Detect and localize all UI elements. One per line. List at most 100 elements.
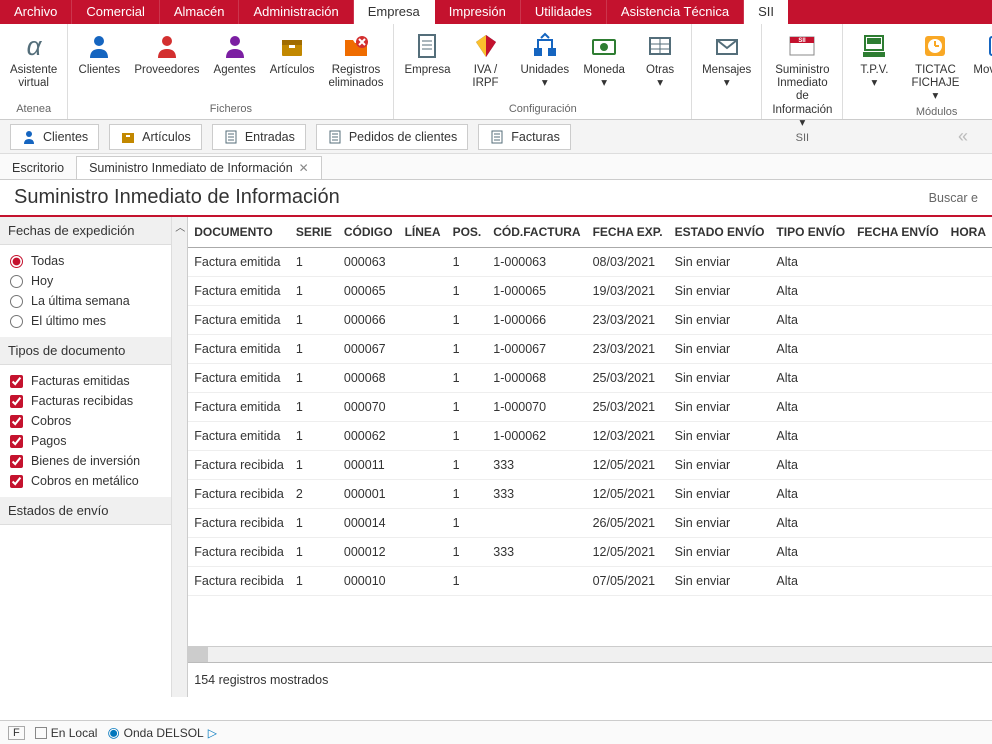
table-cell: 26/05/2021 — [587, 509, 669, 538]
table-row[interactable]: Factura emitida100006611-00006623/03/202… — [188, 306, 992, 335]
col-header[interactable]: ESTADO ENVÍO — [669, 217, 771, 248]
filter-section-tipos[interactable]: Tipos de documento — [0, 337, 188, 365]
col-header[interactable]: SERIE — [290, 217, 338, 248]
check-tipo-2[interactable]: Cobros — [10, 411, 184, 431]
menu-item-empresa[interactable]: Empresa — [354, 0, 435, 24]
ribbon-button-empresa[interactable]: Empresa — [400, 28, 454, 79]
table-cell: Sin enviar — [669, 509, 771, 538]
col-header[interactable]: LÍNEA — [399, 217, 447, 248]
col-header[interactable]: TIPO ENVÍO — [770, 217, 851, 248]
col-header[interactable]: HORA — [945, 217, 992, 248]
status-brand[interactable]: ◉ Onda DELSOL ▷ — [107, 724, 217, 741]
close-icon[interactable]: ✕ — [299, 161, 309, 175]
workspace-tab[interactable]: Suministro Inmediato de Información✕ — [76, 156, 322, 179]
table-cell: 000011 — [338, 451, 399, 480]
menu-item-comercial[interactable]: Comercial — [72, 0, 160, 24]
ribbon-button-tictac[interactable]: TICTAC FICHAJE ▾ — [905, 28, 965, 106]
ribbon-button-artículos[interactable]: Artículos — [266, 28, 319, 79]
check-tipo-3[interactable]: Pagos — [10, 431, 184, 451]
ribbon-button-moneda[interactable]: Moneda ▾ — [579, 28, 629, 92]
ribbon-button-otras[interactable]: Otras ▾ — [635, 28, 685, 92]
table-cell: Sin enviar — [669, 451, 771, 480]
table-row[interactable]: Factura emitida100007011-00007025/03/202… — [188, 393, 992, 422]
quick-button-clientes[interactable]: Clientes — [10, 124, 99, 150]
table-cell: Alta — [770, 422, 851, 451]
radio-fecha-2[interactable]: La última semana — [10, 291, 184, 311]
radio-fecha-1[interactable]: Hoy — [10, 271, 184, 291]
table-cell: 1 — [447, 248, 488, 277]
table-cell: 333 — [487, 480, 586, 509]
folder-x-icon — [340, 30, 372, 62]
quick-button-pedidos-de-clientes[interactable]: Pedidos de clientes — [316, 124, 468, 150]
table-cell — [851, 306, 945, 335]
table-cell: 23/03/2021 — [587, 306, 669, 335]
search-input[interactable]: Buscar e — [929, 191, 978, 205]
collapse-ribbon-icon[interactable]: « — [944, 126, 982, 147]
ribbon-button-suministro-inmediato[interactable]: SIISuministro Inmediato de Información ▾ — [768, 28, 836, 132]
filter-panel-scrollbar[interactable]: ︿ — [171, 217, 187, 697]
filter-section-estados[interactable]: Estados de envío — [0, 497, 188, 525]
radio-fecha-0[interactable]: Todas — [10, 251, 184, 271]
table-cell: Factura recibida — [188, 567, 290, 596]
radio-fecha-3[interactable]: El último mes — [10, 311, 184, 331]
ribbon-button-asistente[interactable]: αAsistente virtual — [6, 28, 61, 92]
menu-item-asistencia-técnica[interactable]: Asistencia Técnica — [607, 0, 744, 24]
menu-item-utilidades[interactable]: Utilidades — [521, 0, 607, 24]
table-row[interactable]: Factura recibida2000001133312/05/2021Sin… — [188, 480, 992, 509]
table-cell — [399, 480, 447, 509]
table-row[interactable]: Factura recibida1000012133312/05/2021Sin… — [188, 538, 992, 567]
filter-section-fechas[interactable]: Fechas de expedición — [0, 217, 188, 245]
grid-horizontal-scrollbar[interactable] — [188, 646, 992, 662]
menu-item-impresión[interactable]: Impresión — [435, 0, 521, 24]
mail-icon — [711, 30, 743, 62]
ribbon-button-proveedores[interactable]: Proveedores — [130, 28, 203, 79]
main-area: Fechas de expedición TodasHoyLa última s… — [0, 217, 992, 697]
check-tipo-0[interactable]: Facturas emitidas — [10, 371, 184, 391]
quick-button-artículos[interactable]: Artículos — [109, 124, 202, 150]
menu-item-almacén[interactable]: Almacén — [160, 0, 240, 24]
table-row[interactable]: Factura recibida1000011133312/05/2021Sin… — [188, 451, 992, 480]
data-grid[interactable]: DOCUMENTOSERIECÓDIGOLÍNEAPOS.CÓD.FACTURA… — [188, 217, 992, 646]
table-cell: 1 — [447, 277, 488, 306]
quick-button-facturas[interactable]: Facturas — [478, 124, 571, 150]
ribbon-button-iva--[interactable]: IVA / IRPF — [461, 28, 511, 92]
table-cell — [851, 364, 945, 393]
col-header[interactable]: POS. — [447, 217, 488, 248]
col-header[interactable]: CÓD.FACTURA — [487, 217, 586, 248]
table-row[interactable]: Factura emitida100006211-00006212/03/202… — [188, 422, 992, 451]
ribbon-group-label: Módulos — [916, 106, 958, 118]
menu-item-administración[interactable]: Administración — [239, 0, 353, 24]
menu-item-sii[interactable]: SII — [744, 0, 788, 24]
table-row[interactable]: Factura recibida1000010107/05/2021Sin en… — [188, 567, 992, 596]
table-row[interactable]: Factura emitida100006511-00006519/03/202… — [188, 277, 992, 306]
ribbon-button-clientes[interactable]: Clientes — [74, 28, 124, 79]
ribbon-button-mensajes[interactable]: Mensajes ▾ — [698, 28, 755, 92]
col-header[interactable]: FECHA ENVÍO — [851, 217, 945, 248]
table-row[interactable]: Factura emitida100006711-00006723/03/202… — [188, 335, 992, 364]
check-tipo-4[interactable]: Bienes de inversión — [10, 451, 184, 471]
table-row[interactable]: Factura recibida1000014126/05/2021Sin en… — [188, 509, 992, 538]
table-cell — [945, 393, 992, 422]
table-cell: 1 — [447, 538, 488, 567]
col-header[interactable]: FECHA EXP. — [587, 217, 669, 248]
col-header[interactable]: DOCUMENTO — [188, 217, 290, 248]
table-row[interactable]: Factura emitida100006311-00006308/03/202… — [188, 248, 992, 277]
menu-item-archivo[interactable]: Archivo — [0, 0, 72, 24]
workspace-tab[interactable]: Escritorio — [0, 156, 76, 179]
check-tipo-5[interactable]: Cobros en metálico — [10, 471, 184, 491]
ribbon-button-movilidad[interactable]: PvMovilidad ▾ — [971, 28, 992, 92]
ribbon-button-t.p.v.[interactable]: T.P.V. ▾ — [849, 28, 899, 92]
table-row[interactable]: Factura emitida100006811-00006825/03/202… — [188, 364, 992, 393]
col-header[interactable]: CÓDIGO — [338, 217, 399, 248]
ribbon-button-agentes[interactable]: Agentes — [210, 28, 260, 79]
table-cell: 12/05/2021 — [587, 538, 669, 567]
quick-button-entradas[interactable]: Entradas — [212, 124, 306, 150]
table-cell: 000066 — [338, 306, 399, 335]
play-icon[interactable]: ▷ — [208, 726, 217, 740]
table-cell: 2 — [290, 480, 338, 509]
table-cell: 333 — [487, 451, 586, 480]
ribbon-button-unidades[interactable]: Unidades ▾ — [517, 28, 574, 92]
ribbon-button-registros[interactable]: Registros eliminados — [324, 28, 387, 92]
table-cell: 12/05/2021 — [587, 480, 669, 509]
check-tipo-1[interactable]: Facturas recibidas — [10, 391, 184, 411]
